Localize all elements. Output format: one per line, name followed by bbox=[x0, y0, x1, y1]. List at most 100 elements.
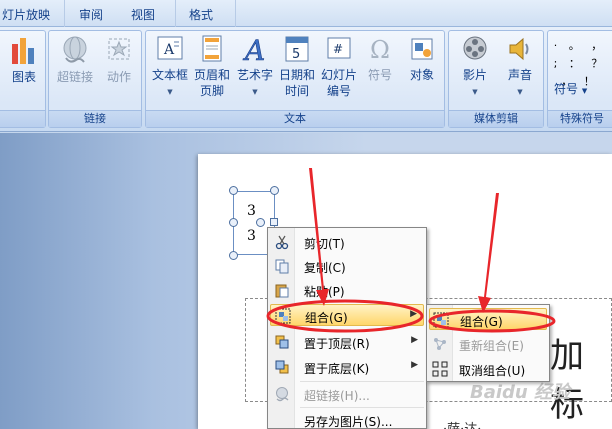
chart-icon bbox=[12, 38, 34, 64]
menu-item-cut[interactable]: 剪切(T) bbox=[270, 231, 424, 253]
copy-icon bbox=[275, 259, 289, 274]
slide-number-icon: # bbox=[327, 37, 351, 59]
movie-button[interactable]: 影片 ▼ bbox=[453, 34, 497, 100]
special-symbol-button[interactable]: 符号 ▼ bbox=[554, 81, 610, 99]
chart-label: 图表 bbox=[11, 70, 36, 84]
body-text-partial: —·萨·达· bbox=[430, 418, 481, 429]
sound-button[interactable]: 声音 ▼ bbox=[499, 34, 541, 100]
symbol-button[interactable]: Ω 符号 bbox=[362, 34, 398, 83]
tab-divider bbox=[175, 0, 176, 27]
globe-link-icon bbox=[276, 387, 289, 402]
menu-item-label: 粘贴(P) bbox=[304, 285, 345, 299]
object-icon bbox=[411, 38, 433, 60]
datetime-button[interactable]: 5 日期和 时间 bbox=[277, 34, 317, 99]
submenu-item-label: 组合(G) bbox=[460, 315, 503, 329]
ribbon: 图表 超链接 动作 链接 A 文本框 ▼ 页眉和 页脚 A 艺术字 ▼ 5 日期… bbox=[0, 27, 612, 132]
text-group: A 文本框 ▼ 页眉和 页脚 A 艺术字 ▼ 5 日期和 时间 # 幻灯片 编号… bbox=[145, 30, 445, 128]
header-footer-button[interactable]: 页眉和 页脚 bbox=[192, 34, 232, 99]
action-label: 动作 bbox=[106, 70, 131, 84]
bring-to-front-icon bbox=[275, 335, 289, 349]
chart-button[interactable]: 图表 bbox=[5, 34, 43, 85]
resize-handle[interactable] bbox=[229, 218, 238, 227]
menu-separator bbox=[300, 407, 424, 408]
textbox-icon: A bbox=[157, 36, 183, 60]
submenu-item-regroup[interactable]: 重新组合(E) bbox=[429, 333, 547, 355]
media-group-title: 媒体剪辑 bbox=[449, 110, 543, 127]
submenu-arrow-icon: ▶ bbox=[410, 309, 417, 319]
svg-text:5: 5 bbox=[292, 47, 300, 62]
symbol-label: 符号 bbox=[367, 68, 392, 82]
menu-item-hyperlink[interactable]: 超链接(H)... bbox=[270, 383, 424, 405]
tab-divider bbox=[64, 0, 65, 27]
context-menu: 剪切(T) 复制(C) 粘贴(P) 组合(G) ▶ 置于顶层(R) ▶ 置于底层… bbox=[267, 227, 427, 429]
chevron-down-icon: ▼ bbox=[472, 88, 478, 96]
hyperlink-label: 超链接 bbox=[56, 70, 93, 84]
group-submenu: 组合(G) 重新组合(E) 取消组合(U) bbox=[426, 304, 550, 382]
film-reel-icon bbox=[463, 36, 487, 60]
header-footer-icon bbox=[202, 35, 222, 62]
submenu-item-label: 重新组合(E) bbox=[459, 339, 524, 353]
menu-item-label: 复制(C) bbox=[304, 261, 346, 275]
menu-separator bbox=[300, 381, 424, 382]
menu-item-copy[interactable]: 复制(C) bbox=[270, 255, 424, 277]
menu-item-label: 剪切(T) bbox=[304, 237, 345, 251]
ungroup-icon bbox=[432, 361, 448, 377]
chevron-down-icon: ▼ bbox=[252, 88, 258, 96]
object-label: 对象 bbox=[409, 68, 434, 82]
header-footer-label-1: 页眉和 bbox=[193, 68, 230, 82]
text-group-title: 文本 bbox=[146, 110, 444, 127]
tab-divider bbox=[235, 0, 236, 27]
tab-review[interactable]: 审阅 bbox=[79, 6, 103, 23]
group-icon bbox=[433, 312, 449, 328]
special-group-title: 特殊符号 bbox=[548, 110, 612, 127]
chevron-down-icon: ▼ bbox=[581, 87, 588, 95]
wordart-button[interactable]: A 艺术字 ▼ bbox=[234, 34, 276, 100]
textbox-button[interactable]: A 文本框 ▼ bbox=[149, 34, 191, 100]
globe-link-icon bbox=[63, 36, 87, 63]
resize-handle[interactable] bbox=[229, 186, 238, 195]
scissors-icon bbox=[275, 235, 289, 250]
movie-label: 影片 bbox=[462, 68, 487, 82]
send-to-back-icon bbox=[275, 360, 289, 374]
special-symbol-label: 符号 bbox=[554, 82, 579, 96]
object-button[interactable]: 对象 bbox=[402, 34, 442, 83]
selected-number-bottom: 3 bbox=[247, 228, 256, 244]
tab-view[interactable]: 视图 bbox=[131, 6, 155, 23]
resize-handle[interactable] bbox=[270, 186, 279, 195]
slide-number-label-2: 编号 bbox=[326, 84, 351, 98]
tab-format[interactable]: 格式 bbox=[189, 6, 213, 23]
placeholder-text: 加标 bbox=[550, 336, 584, 425]
textbox-label: 文本框 bbox=[151, 68, 188, 82]
menu-item-group[interactable]: 组合(G) ▶ bbox=[270, 304, 424, 326]
tab-slideshow[interactable]: 灯片放映 bbox=[2, 6, 50, 23]
resize-handle[interactable] bbox=[229, 251, 238, 260]
action-star-icon bbox=[108, 38, 130, 60]
submenu-arrow-icon: ▶ bbox=[411, 360, 418, 370]
slide-number-label-1: 幻灯片 bbox=[320, 68, 357, 82]
links-group-title: 链接 bbox=[49, 110, 141, 127]
submenu-item-group[interactable]: 组合(G) bbox=[429, 308, 547, 330]
header-footer-label-2: 页脚 bbox=[199, 84, 224, 98]
menu-item-label: 置于顶层(R) bbox=[304, 337, 370, 351]
menu-item-save-as-picture[interactable]: 另存为图片(S)... bbox=[270, 409, 424, 429]
menu-item-label: 组合(G) bbox=[305, 311, 348, 325]
selected-number-top: 3 bbox=[247, 203, 256, 219]
datetime-label-2: 时间 bbox=[284, 84, 309, 98]
menu-item-label: 另存为图片(S)... bbox=[304, 415, 393, 429]
resize-handle[interactable] bbox=[270, 218, 278, 226]
speaker-icon bbox=[509, 37, 529, 61]
rotate-handle[interactable] bbox=[256, 218, 265, 227]
action-button[interactable]: 动作 bbox=[99, 34, 139, 85]
chevron-down-icon: ▼ bbox=[167, 88, 173, 96]
menu-item-label: 超链接(H)... bbox=[304, 389, 370, 403]
regroup-icon bbox=[434, 338, 446, 350]
datetime-label-1: 日期和 bbox=[278, 68, 315, 82]
menu-item-send-to-back[interactable]: 置于底层(K) ▶ bbox=[270, 356, 424, 378]
clipboard-icon bbox=[275, 284, 289, 298]
hyperlink-button[interactable]: 超链接 bbox=[53, 34, 97, 85]
submenu-item-ungroup[interactable]: 取消组合(U) bbox=[429, 358, 547, 380]
slide-number-button[interactable]: # 幻灯片 编号 bbox=[319, 34, 359, 99]
menu-item-bring-to-front[interactable]: 置于顶层(R) ▶ bbox=[270, 331, 424, 353]
ribbon-tab-strip: 灯片放映 审阅 视图 格式 bbox=[0, 0, 612, 27]
menu-item-paste[interactable]: 粘贴(P) bbox=[270, 279, 424, 301]
